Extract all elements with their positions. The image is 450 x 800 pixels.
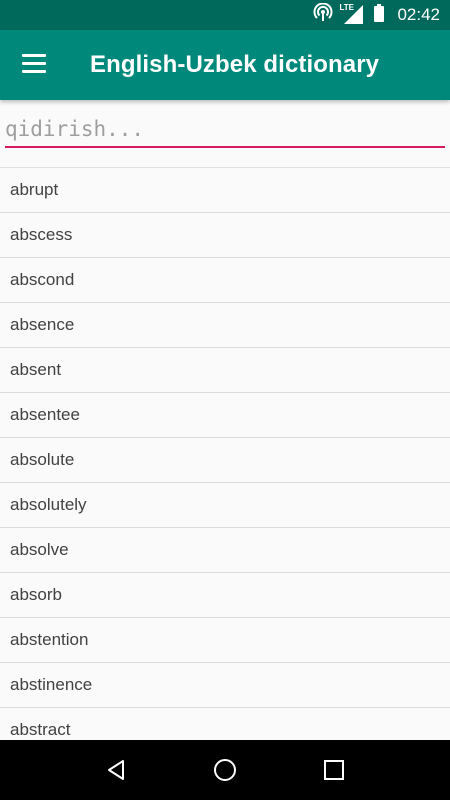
list-item[interactable]: abstention <box>0 618 450 663</box>
search-input[interactable] <box>5 114 445 148</box>
app-bar: English-Uzbek dictionary <box>0 30 450 100</box>
list-item[interactable]: absolutely <box>0 483 450 528</box>
home-icon[interactable] <box>205 750 245 790</box>
list-item[interactable]: absolve <box>0 528 450 573</box>
battery-icon <box>373 3 385 27</box>
navigation-bar <box>0 740 450 800</box>
hotspot-icon <box>313 2 333 27</box>
status-time: 02:42 <box>397 5 440 24</box>
list-item[interactable]: absolute <box>0 438 450 483</box>
back-icon[interactable] <box>96 750 136 790</box>
list-item[interactable]: absence <box>0 303 450 348</box>
list-item[interactable]: absentee <box>0 393 450 438</box>
search-bar <box>0 100 450 167</box>
lte-signal-icon: LTE <box>339 3 365 26</box>
list-item[interactable]: abscond <box>0 258 450 303</box>
list-item[interactable]: abstract <box>0 708 450 740</box>
list-item[interactable]: absent <box>0 348 450 393</box>
list-item[interactable]: abscess <box>0 213 450 258</box>
lte-label: LTE <box>339 3 354 12</box>
list-item[interactable]: absorb <box>0 573 450 618</box>
word-list: abrupt abscess abscond absence absent ab… <box>0 167 450 740</box>
list-item[interactable]: abrupt <box>0 168 450 213</box>
status-icons: LTE 02:42 <box>313 0 440 30</box>
app-title: English-Uzbek dictionary <box>90 51 380 78</box>
hamburger-menu-icon[interactable] <box>22 54 48 76</box>
list-item[interactable]: abstinence <box>0 663 450 708</box>
recents-icon[interactable] <box>314 750 354 790</box>
status-bar: LTE 02:42 <box>0 0 450 30</box>
